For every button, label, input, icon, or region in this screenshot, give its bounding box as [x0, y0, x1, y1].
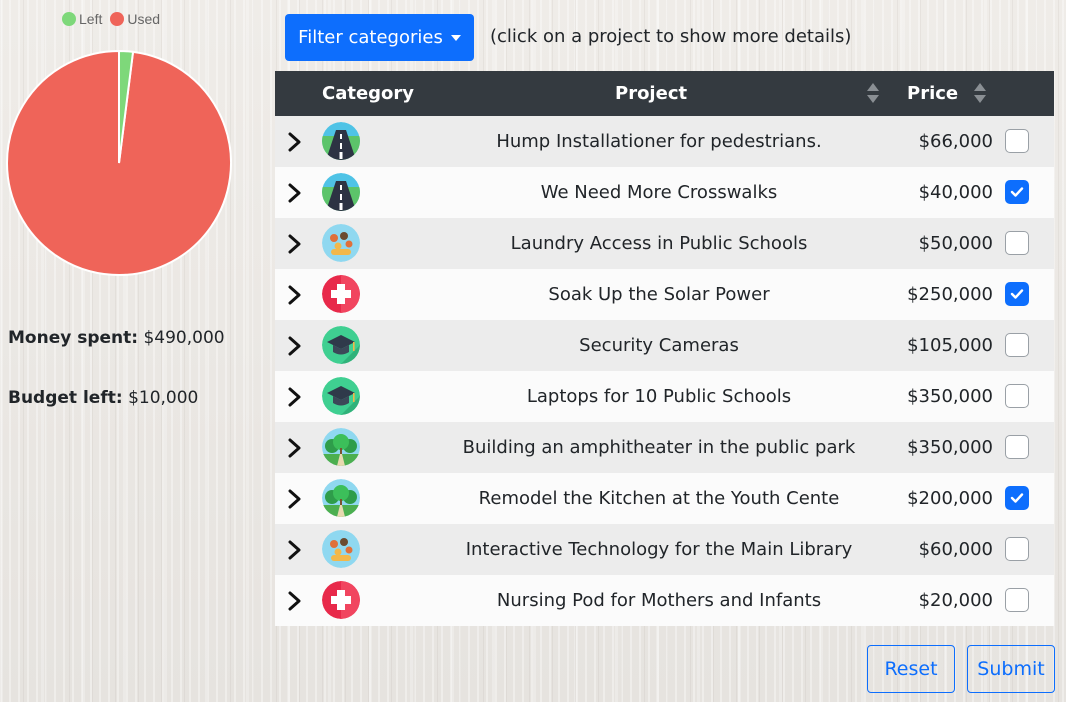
chevron-right-icon[interactable]	[285, 590, 305, 612]
project-price: $250,000	[907, 284, 993, 305]
chevron-right-icon[interactable]	[285, 284, 305, 306]
caret-down-icon	[450, 34, 461, 41]
project-name: Interactive Technology for the Main Libr…	[465, 539, 853, 560]
project-price: $60,000	[918, 539, 993, 560]
chevron-right-icon[interactable]	[285, 539, 305, 561]
legend-swatch-used	[110, 12, 125, 26]
table-row[interactable]: We Need More Crosswalks $40,000	[275, 167, 1054, 218]
select-project-checkbox[interactable]	[1005, 180, 1029, 204]
project-name: Laptops for 10 Public Schools	[526, 386, 792, 407]
project-name: Hump Installationer for pedestrians.	[496, 131, 822, 152]
park-icon	[322, 479, 360, 517]
road-icon	[322, 122, 360, 160]
project-price: $350,000	[907, 386, 993, 407]
table-row[interactable]: Laptops for 10 Public Schools $350,000	[275, 371, 1054, 422]
table-row[interactable]: Hump Installationer for pedestrians. $66,…	[275, 116, 1054, 167]
budget-left: Budget left: $10,000	[8, 388, 198, 408]
legend-label-used: Used	[127, 11, 161, 27]
check-icon	[1010, 187, 1024, 197]
header-category[interactable]: Category	[322, 71, 414, 116]
header-project[interactable]: Project	[615, 71, 687, 116]
table-row[interactable]: Soak Up the Solar Power $250,000	[275, 269, 1054, 320]
table-row[interactable]: Remodel the Kitchen at the Youth Cente $2…	[275, 473, 1054, 524]
legend-swatch-left	[62, 12, 76, 26]
legend-item-left[interactable]: Left	[62, 11, 102, 27]
community-icon	[322, 530, 360, 568]
table-row[interactable]: Nursing Pod for Mothers and Infants $20,0…	[275, 575, 1054, 626]
select-project-checkbox[interactable]	[1005, 588, 1029, 612]
projects-table: Category Project Price Hump Installation…	[275, 71, 1054, 626]
education-icon	[322, 377, 360, 415]
chevron-right-icon[interactable]	[285, 182, 305, 204]
select-project-checkbox[interactable]	[1005, 282, 1029, 306]
select-project-checkbox[interactable]	[1005, 333, 1029, 357]
header-price[interactable]: Price	[907, 71, 958, 116]
sort-price-icon[interactable]	[974, 83, 986, 105]
filter-categories-button[interactable]: Filter categories	[285, 14, 474, 61]
project-name: Security Cameras	[579, 335, 739, 356]
project-name: We Need More Crosswalks	[540, 182, 778, 203]
project-price: $40,000	[918, 182, 993, 203]
check-icon	[1010, 289, 1024, 299]
project-price: $50,000	[918, 233, 993, 254]
filter-categories-label: Filter categories	[298, 27, 443, 48]
table-row[interactable]: Building an amphitheater in the public p…	[275, 422, 1054, 473]
table-body: Hump Installationer for pedestrians. $66,…	[275, 116, 1054, 626]
project-name: Soak Up the Solar Power	[548, 284, 770, 305]
select-project-checkbox[interactable]	[1005, 486, 1029, 510]
budget-left-value: $10,000	[128, 388, 199, 408]
select-project-checkbox[interactable]	[1005, 231, 1029, 255]
table-row[interactable]: Security Cameras $105,000	[275, 320, 1054, 371]
chevron-right-icon[interactable]	[285, 335, 305, 357]
project-name: Building an amphitheater in the public p…	[462, 437, 856, 458]
health-icon	[322, 275, 360, 313]
park-icon	[322, 428, 360, 466]
chart-legend: Left Used	[62, 11, 160, 27]
project-price: $200,000	[907, 488, 993, 509]
chevron-right-icon[interactable]	[285, 233, 305, 255]
project-name: Nursing Pod for Mothers and Infants	[496, 590, 822, 611]
reset-button[interactable]: Reset	[867, 645, 955, 693]
table-row[interactable]: Laundry Access in Public Schools $50,000	[275, 218, 1054, 269]
sort-project-icon[interactable]	[867, 83, 879, 105]
project-price: $105,000	[907, 335, 993, 356]
legend-item-used[interactable]: Used	[110, 11, 160, 27]
chevron-right-icon[interactable]	[285, 488, 305, 510]
money-spent-label: Money spent:	[8, 328, 139, 348]
select-project-checkbox[interactable]	[1005, 435, 1029, 459]
chevron-right-icon[interactable]	[285, 386, 305, 408]
select-project-checkbox[interactable]	[1005, 384, 1029, 408]
chevron-right-icon[interactable]	[285, 437, 305, 459]
chevron-right-icon[interactable]	[285, 131, 305, 153]
table-header: Category Project Price	[275, 71, 1054, 116]
money-spent: Money spent: $490,000	[8, 328, 225, 348]
project-price: $66,000	[918, 131, 993, 152]
project-name: Remodel the Kitchen at the Youth Cente	[478, 488, 840, 509]
project-price: $20,000	[918, 590, 993, 611]
budget-pie-chart	[6, 50, 232, 276]
submit-button[interactable]: Submit	[967, 645, 1055, 693]
table-row[interactable]: Interactive Technology for the Main Libr…	[275, 524, 1054, 575]
road-icon	[322, 173, 360, 211]
project-name: Laundry Access in Public Schools	[510, 233, 808, 254]
community-icon	[322, 224, 360, 262]
legend-label-left: Left	[79, 11, 103, 27]
check-icon	[1010, 493, 1024, 503]
health-icon	[322, 581, 360, 619]
project-price: $350,000	[907, 437, 993, 458]
table-hint: (click on a project to show more details…	[490, 26, 852, 47]
budget-left-label: Budget left:	[8, 388, 123, 408]
select-project-checkbox[interactable]	[1005, 129, 1029, 153]
education-icon	[322, 326, 360, 364]
select-project-checkbox[interactable]	[1005, 537, 1029, 561]
money-spent-value: $490,000	[143, 328, 225, 348]
